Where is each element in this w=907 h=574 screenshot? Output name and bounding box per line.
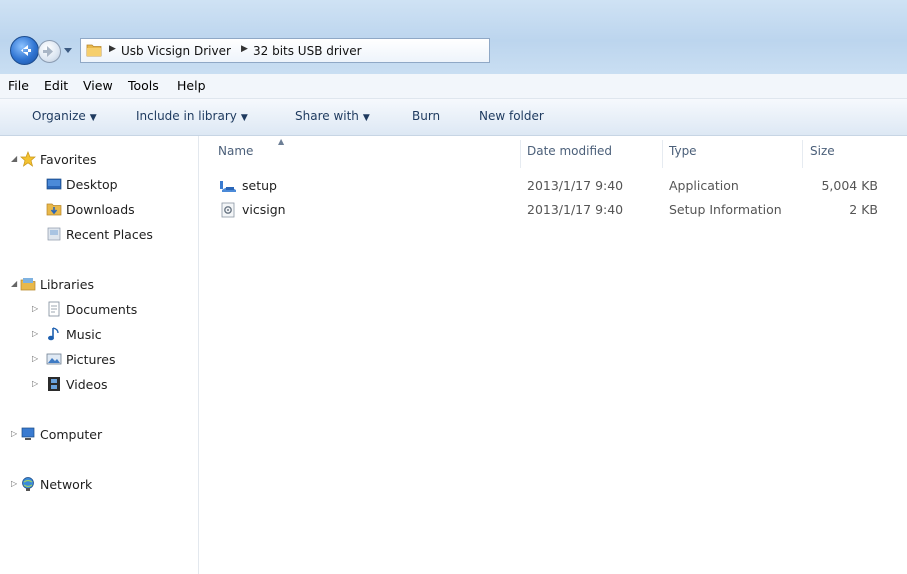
- menu-help[interactable]: Help: [177, 78, 206, 93]
- share-with-label: Share with: [295, 109, 359, 123]
- forward-button[interactable]: [38, 40, 61, 63]
- libraries-icon: [20, 276, 36, 292]
- nav-music-label: Music: [66, 327, 102, 342]
- title-bar: ▶ Usb Vicsign Driver ▶ 32 bits USB drive…: [0, 0, 907, 74]
- nav-desktop[interactable]: Desktop: [46, 176, 118, 196]
- star-icon: [20, 151, 36, 167]
- nav-favorites-label: Favorites: [40, 152, 97, 167]
- chevron-down-icon: ▼: [240, 113, 248, 123]
- collapse-arrow-icon[interactable]: ▷: [32, 354, 38, 363]
- nav-network-label: Network: [40, 477, 93, 492]
- breadcrumb-32-bits-usb-driver[interactable]: 32 bits USB driver: [253, 44, 362, 58]
- pictures-icon: [46, 351, 62, 367]
- menu-edit[interactable]: Edit: [44, 78, 68, 93]
- address-bar[interactable]: ▶ Usb Vicsign Driver ▶ 32 bits USB drive…: [80, 38, 490, 63]
- computer-icon: [20, 426, 36, 442]
- nav-computer-label: Computer: [40, 427, 103, 442]
- folder-icon: [86, 44, 102, 57]
- organize-button[interactable]: Organize ▼: [32, 109, 97, 123]
- column-header-name[interactable]: Name: [218, 144, 253, 158]
- collapse-arrow-icon[interactable]: ▷: [11, 429, 17, 438]
- recent-places-icon: [46, 226, 62, 242]
- column-header-type[interactable]: Type: [669, 144, 697, 158]
- menu-view[interactable]: View: [83, 78, 113, 93]
- organize-label: Organize: [32, 109, 86, 123]
- application-icon: [219, 179, 237, 196]
- breadcrumb-separator-icon[interactable]: ▶: [241, 44, 248, 54]
- forward-arrow-icon: [43, 46, 53, 57]
- nav-downloads-label: Downloads: [66, 202, 135, 217]
- column-divider[interactable]: [520, 140, 521, 168]
- chevron-down-icon: ▼: [89, 113, 97, 123]
- new-folder-button[interactable]: New folder: [479, 109, 544, 123]
- collapse-arrow-icon[interactable]: ▷: [11, 479, 17, 488]
- nav-music[interactable]: Music: [46, 326, 102, 346]
- file-row[interactable]: vicsign 2013/1/17 9:40 Setup Information…: [216, 199, 906, 221]
- share-with-button[interactable]: Share with ▼: [295, 109, 370, 123]
- nav-downloads[interactable]: Downloads: [46, 201, 135, 221]
- file-size: 5,004 KB: [821, 178, 878, 193]
- nav-pictures-label: Pictures: [66, 352, 116, 367]
- collapse-arrow-icon[interactable]: ▷: [32, 329, 38, 338]
- include-in-library-button[interactable]: Include in library ▼: [136, 109, 248, 123]
- recent-pages-dropdown-icon[interactable]: [62, 44, 74, 56]
- desktop-icon: [46, 176, 62, 192]
- column-header-size[interactable]: Size: [810, 144, 835, 158]
- nav-recent-places-label: Recent Places: [66, 227, 153, 242]
- menu-tools[interactable]: Tools: [128, 78, 159, 93]
- breadcrumb-usb-vicsign-driver[interactable]: Usb Vicsign Driver: [121, 44, 231, 58]
- file-type: Application: [669, 178, 739, 193]
- sort-ascending-icon: ▲: [278, 137, 285, 146]
- downloads-folder-icon: [46, 201, 62, 217]
- file-name[interactable]: vicsign: [242, 202, 286, 217]
- expand-arrow-icon[interactable]: ◢: [11, 279, 17, 288]
- nav-libraries[interactable]: Libraries: [20, 276, 94, 296]
- collapse-arrow-icon[interactable]: ▷: [32, 379, 38, 388]
- nav-documents[interactable]: Documents: [46, 301, 137, 321]
- videos-icon: [46, 376, 62, 392]
- menu-bar: File Edit View Tools Help: [0, 74, 907, 99]
- nav-network[interactable]: Network: [20, 476, 92, 496]
- back-arrow-icon: [21, 45, 31, 56]
- file-date-modified: 2013/1/17 9:40: [527, 178, 624, 193]
- back-button[interactable]: [10, 36, 39, 65]
- file-row[interactable]: setup 2013/1/17 9:40 Application 5,004 K…: [216, 175, 906, 197]
- documents-icon: [46, 301, 62, 317]
- network-icon: [20, 476, 36, 492]
- include-in-library-label: Include in library: [136, 109, 237, 123]
- column-divider[interactable]: [802, 140, 803, 168]
- nav-desktop-label: Desktop: [66, 177, 118, 192]
- breadcrumb-separator-icon[interactable]: ▶: [109, 44, 116, 54]
- file-type: Setup Information: [669, 202, 782, 217]
- burn-button[interactable]: Burn: [412, 109, 440, 123]
- nav-computer[interactable]: Computer: [20, 426, 102, 446]
- setup-info-icon: [220, 202, 236, 221]
- nav-videos[interactable]: Videos: [46, 376, 108, 396]
- chevron-down-icon: ▼: [362, 113, 370, 123]
- nav-favorites[interactable]: Favorites: [20, 151, 96, 171]
- nav-libraries-label: Libraries: [40, 277, 94, 292]
- nav-videos-label: Videos: [66, 377, 108, 392]
- file-size: 2 KB: [849, 202, 878, 217]
- column-header-date-modified[interactable]: Date modified: [527, 144, 612, 158]
- file-name[interactable]: setup: [242, 178, 277, 193]
- file-date-modified: 2013/1/17 9:40: [527, 202, 624, 217]
- nav-documents-label: Documents: [66, 302, 138, 317]
- command-bar: Organize ▼ Include in library ▼ Share with…: [0, 99, 907, 136]
- nav-recent-places[interactable]: Recent Places: [46, 226, 153, 246]
- navigation-pane: ◢ Favorites Desktop Downloads Recent Pla…: [0, 136, 199, 574]
- music-icon: [46, 326, 62, 342]
- menu-file[interactable]: File: [8, 78, 29, 93]
- expand-arrow-icon[interactable]: ◢: [11, 154, 17, 163]
- explorer-window: ▶ Usb Vicsign Driver ▶ 32 bits USB drive…: [0, 0, 907, 574]
- collapse-arrow-icon[interactable]: ▷: [32, 304, 38, 313]
- nav-pictures[interactable]: Pictures: [46, 351, 116, 371]
- column-divider[interactable]: [662, 140, 663, 168]
